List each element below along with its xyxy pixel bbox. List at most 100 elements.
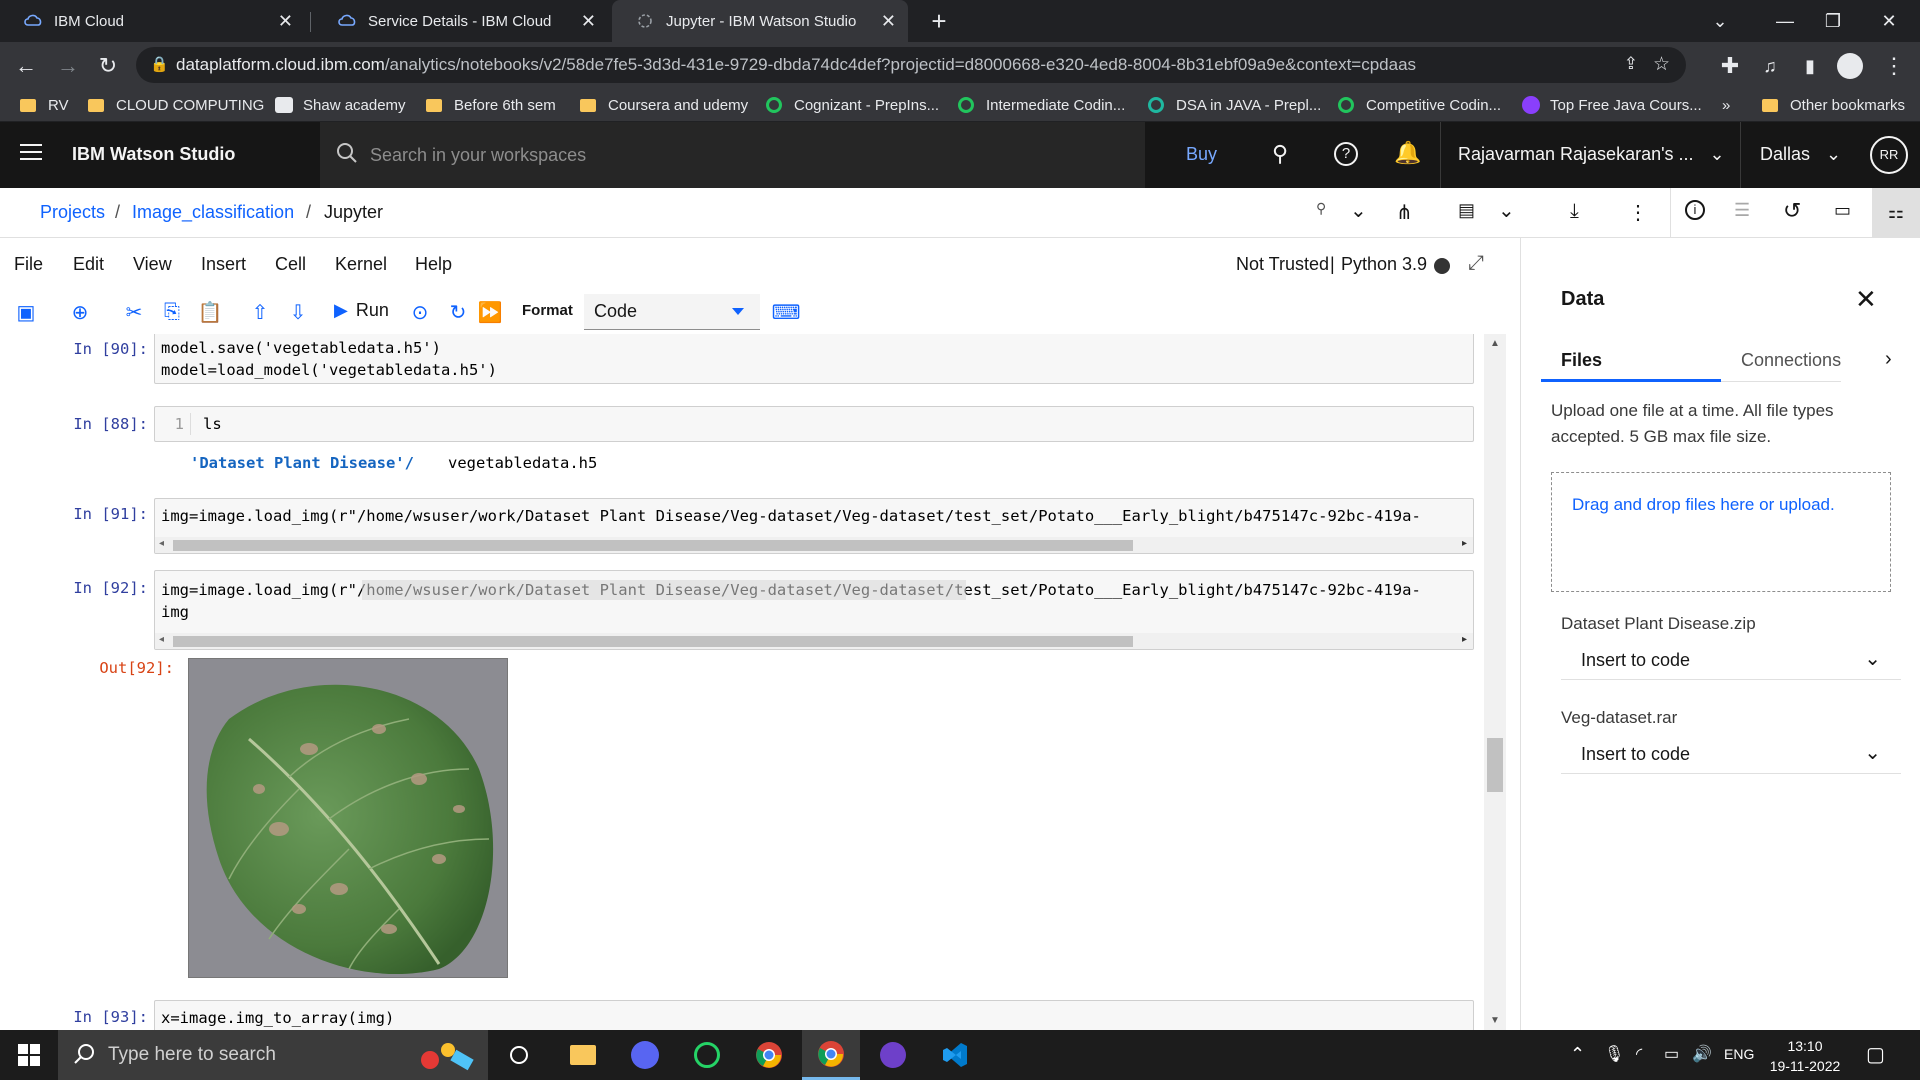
bookmark-rv[interactable]: RV — [20, 88, 69, 122]
new-tab-button[interactable]: + — [924, 6, 954, 36]
user-avatar[interactable]: RR — [1870, 136, 1908, 174]
bookmark-cloud-computing[interactable]: CLOUD COMPUTING — [88, 88, 264, 122]
browser-tab-jupyter[interactable]: Jupyter - IBM Watson Studio ✕ — [612, 0, 908, 42]
forward-arrow-icon[interactable]: → — [52, 50, 84, 82]
github-icon[interactable] — [864, 1030, 922, 1080]
chrome-active-icon[interactable] — [802, 1030, 860, 1080]
browser-tab-ibm-cloud[interactable]: IBM Cloud ✕ — [0, 0, 305, 42]
not-trusted-indicator[interactable]: Not Trusted — [1236, 254, 1329, 275]
help-icon[interactable]: ? — [1334, 142, 1358, 166]
comments-icon[interactable]: ▭ — [1834, 200, 1851, 221]
signpost-icon[interactable]: ⚲ — [1272, 141, 1288, 167]
task-view-icon[interactable] — [490, 1030, 548, 1080]
share-icon[interactable]: ⋔ — [1396, 200, 1413, 225]
bookmark-competitive-coding[interactable]: Competitive Codin... — [1338, 88, 1501, 122]
restore-button[interactable]: ❐ — [1808, 0, 1858, 42]
data-panel-toggle-icon[interactable]: ⚏ — [1872, 188, 1920, 238]
system-tray-chevron-icon[interactable]: ⌃ — [1570, 1044, 1585, 1065]
pin-icon[interactable]: ⚲ — [1316, 200, 1326, 217]
scroll-up-icon[interactable]: ▲ — [1490, 338, 1500, 349]
menu-file[interactable]: File — [14, 254, 43, 275]
bookmark-cognizant[interactable]: Cognizant - PrepIns... — [766, 88, 939, 122]
information-icon[interactable]: i — [1685, 200, 1705, 220]
keyboard-icon[interactable]: ⌨ — [772, 298, 801, 326]
account-switcher[interactable]: Rajavarman Rajasekaran's ... ⌄ — [1458, 144, 1725, 165]
cell-type-select[interactable]: Code — [584, 294, 760, 330]
clock[interactable]: 13:10 19-11-2022 — [1768, 1036, 1842, 1076]
whatsapp-icon[interactable] — [678, 1030, 736, 1080]
file-explorer-icon[interactable] — [554, 1030, 612, 1080]
bookmark-other[interactable]: Other bookmarks — [1762, 88, 1905, 122]
tab-files[interactable]: Files — [1541, 342, 1721, 382]
buy-button[interactable]: Buy — [1186, 144, 1217, 165]
language-indicator[interactable]: ENG — [1724, 1046, 1754, 1062]
download-icon[interactable]: ⤓ — [1570, 200, 1579, 223]
app-brand[interactable]: IBM Watson Studio — [72, 144, 235, 165]
chrome-icon[interactable] — [740, 1030, 798, 1080]
windows-start-icon[interactable] — [0, 1030, 58, 1080]
menu-cell[interactable]: Cell — [275, 254, 306, 275]
close-tab-icon[interactable]: ✕ — [278, 11, 293, 32]
battery-icon[interactable]: ▭ — [1664, 1044, 1679, 1064]
address-bar[interactable]: 🔒 dataplatform.cloud.ibm.com/analytics/n… — [136, 47, 1686, 83]
close-panel-icon[interactable]: ✕ — [1855, 284, 1877, 315]
workspace-search-input[interactable]: Search in your workspaces — [320, 122, 1145, 188]
menu-edit[interactable]: Edit — [73, 254, 104, 275]
notification-center-icon[interactable]: ▢ — [1866, 1042, 1885, 1067]
bookmark-before-6th-sem[interactable]: Before 6th sem — [426, 88, 556, 122]
history-icon[interactable]: ↺ — [1783, 198, 1801, 224]
media-control-icon[interactable]: ♫ — [1754, 50, 1786, 82]
scroll-left-icon[interactable]: ◂ — [159, 634, 164, 645]
chevron-right-icon[interactable]: › — [1885, 348, 1892, 371]
file-dropzone[interactable]: Drag and drop files here or upload. — [1551, 472, 1891, 592]
paste-icon[interactable]: 📋 — [196, 298, 224, 326]
save-icon[interactable]: ▣ — [12, 298, 40, 326]
discord-icon[interactable] — [616, 1030, 674, 1080]
browser-menu-icon[interactable]: ⋮ — [1878, 50, 1910, 82]
bookmark-coursera-udemy[interactable]: Coursera and udemy — [580, 88, 748, 122]
region-switcher[interactable]: Dallas ⌄ — [1760, 144, 1841, 165]
minimize-button[interactable]: — — [1760, 0, 1810, 42]
horizontal-scrollbar[interactable]: ◂ ▸ — [155, 537, 1473, 553]
scroll-right-icon[interactable]: ▸ — [1462, 634, 1467, 645]
taskbar-search-input[interactable]: Type here to search — [58, 1030, 488, 1080]
scroll-left-icon[interactable]: ◂ — [159, 538, 164, 549]
chevron-down-icon[interactable]: ⌄ — [1498, 198, 1515, 223]
menu-view[interactable]: View — [133, 254, 172, 275]
hamburger-menu-icon[interactable] — [20, 144, 42, 160]
vertical-scrollbar[interactable]: ▲ ▼ — [1484, 334, 1506, 1030]
insert-to-code-dropdown[interactable]: Insert to code ⌄ — [1561, 636, 1901, 680]
horizontal-scrollbar[interactable]: ◂ ▸ — [155, 633, 1473, 649]
code-cell[interactable]: 1 ls — [154, 406, 1474, 442]
code-cell[interactable]: model.save('vegetabledata.h5') model=loa… — [154, 334, 1474, 384]
code-cell[interactable]: img=image.load_img(r"/home/wsuser/work/D… — [154, 498, 1474, 554]
move-down-icon[interactable]: ⇩ — [284, 298, 312, 326]
run-button[interactable]: ▶ Run — [334, 300, 389, 321]
copy-icon[interactable]: ⎘ — [158, 298, 186, 326]
bookmark-dsa-java[interactable]: DSA in JAVA - Prepl... — [1148, 88, 1321, 122]
schedule-job-icon[interactable]: ▤ — [1458, 200, 1475, 221]
profile-avatar-icon[interactable] — [1834, 50, 1866, 82]
scrollbar-thumb[interactable] — [1487, 738, 1503, 792]
close-tab-icon[interactable]: ✕ — [881, 11, 896, 32]
overflow-menu-icon[interactable]: ⋮ — [1628, 200, 1648, 225]
browser-tab-service-details[interactable]: Service Details - IBM Cloud ✕ — [314, 0, 608, 42]
expand-icon[interactable]: ⤢ — [1468, 252, 1484, 275]
extensions-icon[interactable]: ✚ — [1714, 50, 1746, 82]
add-cell-icon[interactable]: ⊕ — [66, 298, 94, 326]
breadcrumb-project[interactable]: Image_classification — [132, 202, 294, 223]
bookmark-shaw-academy[interactable]: Shaw academy — [275, 88, 406, 122]
cut-icon[interactable]: ✂ — [120, 298, 148, 326]
reload-icon[interactable]: ↻ — [92, 50, 124, 82]
scroll-right-icon[interactable]: ▸ — [1462, 538, 1467, 549]
stop-icon[interactable]: ⊙ — [406, 298, 434, 326]
back-arrow-icon[interactable]: ← — [10, 50, 42, 82]
chevron-down-icon[interactable]: ⌄ — [1350, 198, 1367, 223]
notifications-bell-icon[interactable]: 🔔 — [1394, 140, 1421, 166]
run-all-icon[interactable]: ⏩ — [476, 298, 504, 326]
bookmark-star-icon[interactable]: ☆ — [1653, 53, 1670, 76]
menu-insert[interactable]: Insert — [201, 254, 246, 275]
vscode-icon[interactable] — [926, 1030, 984, 1080]
menu-help[interactable]: Help — [415, 254, 452, 275]
more-bookmarks-button[interactable]: » — [1722, 88, 1730, 122]
